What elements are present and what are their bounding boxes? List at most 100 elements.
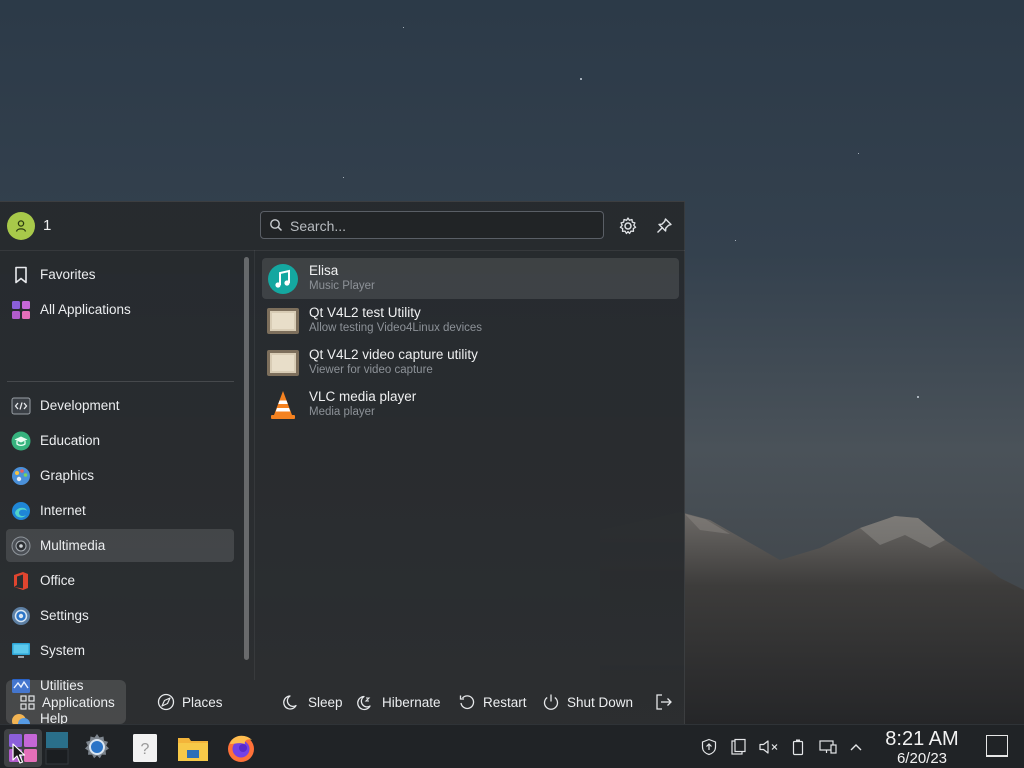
app-name: Qt V4L2 test Utility <box>309 305 421 320</box>
graduation-cap-icon <box>10 430 32 452</box>
power-label: Restart <box>483 694 527 710</box>
category-label: Office <box>40 573 76 588</box>
category-label: Internet <box>40 503 86 518</box>
restart-button[interactable]: Restart <box>458 690 527 714</box>
app-description: Allow testing Video4Linux devices <box>309 322 483 334</box>
launcher-header: 1 <box>0 202 685 251</box>
search-icon <box>269 218 283 237</box>
power-label: Shut Down <box>567 694 634 710</box>
power-label: Sleep <box>308 694 343 710</box>
application-list: Elisa Music Player Qt V4L2 test Utility … <box>262 258 679 426</box>
app-item-qt-v4l2-test[interactable]: Qt V4L2 test Utility Allow testing Video… <box>262 300 679 341</box>
category-graphics[interactable]: Graphics <box>6 459 234 492</box>
category-settings[interactable]: Settings <box>6 599 234 632</box>
pin-icon <box>657 218 672 233</box>
category-label: Multimedia <box>40 538 106 553</box>
app-item-vlc[interactable]: VLC media player Media player <box>262 384 679 425</box>
clock-time[interactable]: 8:21 AM <box>874 728 970 751</box>
updates-icon <box>701 738 717 756</box>
battery-button[interactable] <box>788 737 808 757</box>
battery-icon <box>792 739 804 756</box>
user-name: 1 <box>43 217 52 234</box>
shut-down-button[interactable]: Shut Down <box>542 690 633 714</box>
mouse-cursor-icon <box>12 743 26 764</box>
user-avatar[interactable] <box>7 212 35 240</box>
panel-separator <box>254 250 255 680</box>
search-input[interactable] <box>288 215 592 237</box>
hibernate-button[interactable]: Hibernate <box>357 690 441 714</box>
tab-applications[interactable]: Applications <box>6 680 126 724</box>
configure-button[interactable] <box>616 214 640 238</box>
logout-icon <box>656 694 672 710</box>
power-icon <box>543 694 559 710</box>
file-manager-icon <box>178 738 208 761</box>
user-icon <box>15 220 27 232</box>
app-item-qt-v4l2-capture[interactable]: Qt V4L2 video capture utility Viewer for… <box>262 342 679 383</box>
leave-button[interactable] <box>654 690 681 714</box>
firefox-icon <box>228 735 254 762</box>
clipboard-icon <box>731 738 746 755</box>
category-office[interactable]: Office <box>6 564 234 597</box>
app-description: Media player <box>309 406 375 418</box>
updates-button[interactable] <box>699 737 719 757</box>
category-label: System <box>40 643 86 658</box>
palette-icon <box>10 465 32 487</box>
category-divider <box>7 381 234 382</box>
restart-icon <box>459 695 475 710</box>
pin-button[interactable] <box>652 214 676 238</box>
category-system[interactable]: System <box>6 634 234 667</box>
bookmark-icon <box>10 264 32 286</box>
search-box[interactable] <box>260 211 604 239</box>
monitor-icon <box>10 640 32 662</box>
app-name: Elisa <box>309 263 339 278</box>
taskbar-firefox[interactable] <box>222 729 260 767</box>
app-description: Viewer for video capture <box>309 364 433 376</box>
network-icon <box>819 740 837 754</box>
globe-icon <box>10 500 32 522</box>
grid-apps-icon <box>10 299 32 321</box>
category-multimedia[interactable]: Multimedia <box>6 529 234 562</box>
speaker-icon <box>10 535 32 557</box>
code-icon <box>10 395 32 417</box>
app-description: Music Player <box>309 280 375 292</box>
app-item-elisa[interactable]: Elisa Music Player <box>262 258 679 299</box>
video-device-icon <box>266 346 300 380</box>
category-label: Settings <box>40 608 89 623</box>
network-button[interactable] <box>818 737 838 757</box>
pager-button[interactable] <box>42 729 72 767</box>
category-favorites[interactable]: Favorites <box>6 258 234 291</box>
help-center-icon: ? <box>133 734 157 762</box>
gear-icon <box>619 217 637 235</box>
svg-text:?: ? <box>141 741 150 758</box>
volume-muted-icon <box>759 740 778 754</box>
tray-expand-button[interactable] <box>846 737 866 757</box>
pager-icon <box>45 732 69 765</box>
tab-places[interactable]: Places <box>150 680 230 724</box>
office-icon <box>10 570 32 592</box>
music-note-icon <box>266 262 300 296</box>
taskbar-file-manager[interactable] <box>174 729 212 767</box>
category-scrollbar[interactable] <box>244 257 249 660</box>
compass-icon <box>157 693 175 711</box>
category-education[interactable]: Education <box>6 424 234 457</box>
moon-icon <box>283 695 297 710</box>
volume-button[interactable] <box>757 737 781 757</box>
category-label: Development <box>40 398 120 413</box>
category-all-applications[interactable]: All Applications <box>6 293 234 326</box>
vlc-cone-icon <box>266 388 300 422</box>
launcher-footer: Applications Places Sleep Hibernate Rest… <box>0 680 685 725</box>
clock-date[interactable]: 6/20/23 <box>874 750 970 767</box>
taskbar-help-center[interactable]: ? <box>126 729 164 767</box>
tab-label: Applications <box>42 694 115 710</box>
sleep-button[interactable]: Sleep <box>283 690 343 714</box>
category-label: Graphics <box>40 468 95 483</box>
category-development[interactable]: Development <box>6 389 234 422</box>
video-device-icon <box>266 304 300 338</box>
clipboard-button[interactable] <box>728 737 748 757</box>
category-internet[interactable]: Internet <box>6 494 234 527</box>
category-label: Education <box>40 433 101 448</box>
application-launcher: 1 Favorites <box>0 201 685 726</box>
show-desktop-button[interactable] <box>986 735 1008 757</box>
taskbar-system-settings[interactable] <box>78 729 116 767</box>
settings-gear-icon <box>10 605 32 627</box>
